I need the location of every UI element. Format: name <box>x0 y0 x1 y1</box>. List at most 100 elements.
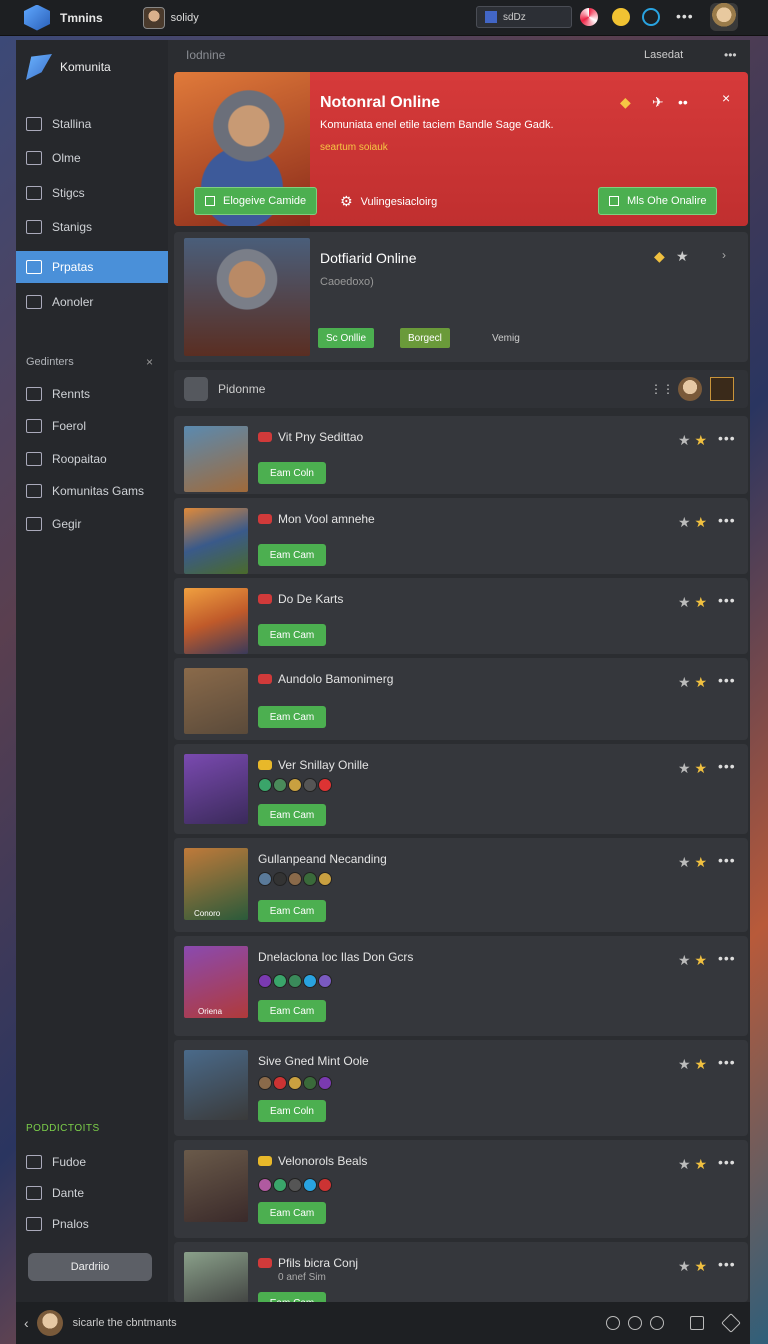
row-action-button[interactable]: Eam Cam <box>258 900 326 922</box>
list-item[interactable]: Aundolo Bamonimerg Eam Cam ★ ★ ••• <box>174 658 748 740</box>
row-more-button[interactable]: ••• <box>718 592 736 608</box>
sidebar-item-rennts[interactable]: Rennts <box>16 378 168 410</box>
rating[interactable]: ★ ★ <box>678 514 707 531</box>
notification-icon[interactable] <box>580 8 598 26</box>
app-logo-icon[interactable] <box>24 4 50 31</box>
sidebar-action-button[interactable]: Dardriio <box>28 1253 152 1281</box>
row-action-button[interactable]: Eam Coln <box>258 1100 326 1122</box>
window-icon[interactable] <box>690 1316 704 1330</box>
row-more-button[interactable]: ••• <box>718 672 736 688</box>
sidebar-item-pnalos[interactable]: Pnalos <box>16 1208 168 1240</box>
header-more-button[interactable]: ••• <box>724 48 737 62</box>
rating[interactable]: ★ ★ <box>678 854 707 871</box>
list-item[interactable]: Pfils bicra Conj 0 anef Sim Eam Cam ★ ★ … <box>174 1242 748 1302</box>
list-item[interactable]: Conoro Gullanpeand Necanding Eam Cam ★ ★… <box>174 838 748 932</box>
sidebar-item-komunitas-gams[interactable]: Komunitas Gams <box>16 475 168 507</box>
rating[interactable]: ★ ★ <box>678 1056 707 1073</box>
sidebar-item-label: Rennts <box>52 387 91 401</box>
sidebar-item-olme[interactable]: Olme <box>16 142 168 174</box>
sidebar-item-foerol[interactable]: Foerol <box>16 410 168 442</box>
more-menu-button[interactable]: ••• <box>676 8 694 24</box>
plane-icon[interactable]: ✈ <box>652 94 664 111</box>
rating[interactable]: ★ ★ <box>678 1156 707 1173</box>
row-more-button[interactable]: ••• <box>718 1054 736 1070</box>
search-input[interactable]: sdDz <box>476 6 572 28</box>
list-item[interactable]: Ver Snillay Onille Eam Cam ★ ★ ••• <box>174 744 748 834</box>
sidebar-item-stanigs[interactable]: Stanigs <box>16 211 168 243</box>
list-item[interactable]: Do De Karts Eam Cam ★ ★ ••• <box>174 578 748 654</box>
sidebar-item-stallina[interactable]: Stallina <box>16 108 168 140</box>
user-name[interactable]: solidy <box>171 12 199 24</box>
row-action-button[interactable]: Eam Cam <box>258 706 326 728</box>
row-more-button[interactable]: ••• <box>718 758 736 774</box>
rating[interactable]: ★ ★ <box>678 674 707 691</box>
chevron-right-icon[interactable]: › <box>722 248 726 262</box>
row-action-button[interactable]: Eam Cam <box>258 1292 326 1302</box>
list-item[interactable]: Vit Pny Sedittao Eam Coln ★ ★ ••• <box>174 416 748 494</box>
star-icon: ★ <box>678 432 691 448</box>
rating[interactable]: ★ ★ <box>678 952 707 969</box>
user-avatar[interactable] <box>142 6 165 29</box>
rating[interactable]: ★ ★ <box>678 760 707 777</box>
hero-link[interactable]: ⚙ Vulingesiacloirg <box>340 193 437 210</box>
row-more-button[interactable]: ••• <box>718 430 736 446</box>
hero-title: Notonral Online <box>320 94 440 111</box>
avatar[interactable] <box>678 377 702 401</box>
gamepad-icon[interactable] <box>650 1316 664 1330</box>
back-icon[interactable]: ‹ <box>24 1315 29 1331</box>
trophy-icon[interactable]: ◆ <box>654 248 665 265</box>
sidebar-item-prpatas[interactable]: Prpatas <box>16 251 168 283</box>
avatar[interactable] <box>36 1310 63 1336</box>
list-item[interactable]: Mon Vool amnehe Eam Cam ★ ★ ••• <box>174 498 748 574</box>
tag-secondary[interactable]: Borgecl <box>400 328 450 348</box>
list-title: Pidonme <box>218 382 266 396</box>
row-more-button[interactable]: ••• <box>718 950 736 966</box>
sidebar-item-gegir[interactable]: Gegir <box>16 508 168 540</box>
row-action-button[interactable]: Eam Cam <box>258 804 326 826</box>
row-action-button[interactable]: Eam Cam <box>258 1202 326 1224</box>
row-action-button[interactable]: Eam Coln <box>258 462 326 484</box>
sidebar-brand[interactable]: Komunita <box>26 54 111 80</box>
rating[interactable]: ★ ★ <box>678 594 707 611</box>
close-icon[interactable]: × <box>722 90 730 106</box>
sidebar-item-stigcs[interactable]: Stigcs <box>16 177 168 209</box>
cloud-icon[interactable] <box>642 8 660 26</box>
hero-more-button[interactable]: •• <box>678 94 688 110</box>
section-close-icon[interactable]: × <box>146 355 153 369</box>
trophy-icon[interactable]: ◆ <box>620 94 631 111</box>
list-item[interactable]: Sive Gned Mint Oole Eam Coln ★ ★ ••• <box>174 1040 748 1136</box>
row-more-button[interactable]: ••• <box>718 1154 736 1170</box>
sidebar-item-fudoe[interactable]: Fudoe <box>16 1146 168 1178</box>
coin-icon[interactable] <box>612 8 630 26</box>
heart-icon[interactable] <box>721 1313 741 1333</box>
tag-online[interactable]: Sc Onllie <box>318 328 375 348</box>
featured-game-card[interactable]: Dotfiarid Online Caoedoxo) ◆ ★ › Sc Onll… <box>174 232 748 362</box>
filter-icon[interactable]: ⋮⋮ <box>650 382 674 396</box>
sidebar-item-label: Stallina <box>52 117 92 131</box>
sidebar-item-roopaitao[interactable]: Roopaitao <box>16 443 168 475</box>
row-action-button[interactable]: Eam Cam <box>258 1000 326 1022</box>
header-search-button[interactable]: Lasedat <box>644 49 683 61</box>
rating[interactable]: ★ ★ <box>678 1258 707 1275</box>
row-action-button[interactable]: Eam Cam <box>258 544 326 566</box>
star-icon: ★ <box>678 594 691 610</box>
row-more-button[interactable]: ••• <box>718 1256 736 1272</box>
sidebar-item-dante[interactable]: Dante <box>16 1177 168 1209</box>
list-item[interactable]: Oriena Dnelaclona Ioc Ilas Don Gcrs Eam … <box>174 936 748 1036</box>
sidebar-item-aonoler[interactable]: Aonoler <box>16 286 168 318</box>
profile-avatar[interactable] <box>710 3 738 31</box>
row-more-button[interactable]: ••• <box>718 512 736 528</box>
hero-secondary-button[interactable]: Mls Ohe Onalire <box>598 187 718 215</box>
tag-third[interactable]: Vemig <box>484 328 528 348</box>
list-item[interactable]: Velonorols Beals Eam Cam ★ ★ ••• <box>174 1140 748 1238</box>
hero-primary-button[interactable]: Elogeive Camide <box>194 187 318 215</box>
star-icon[interactable]: ★ <box>676 248 689 265</box>
compass-icon[interactable] <box>628 1316 642 1330</box>
row-more-button[interactable]: ••• <box>718 852 736 868</box>
rating[interactable]: ★ ★ <box>678 432 707 449</box>
send-icon <box>26 387 42 401</box>
badge-icon[interactable] <box>710 377 734 401</box>
globe-icon[interactable] <box>606 1316 620 1330</box>
list-header: Pidonme ⋮⋮ <box>174 370 748 408</box>
row-action-button[interactable]: Eam Cam <box>258 624 326 646</box>
